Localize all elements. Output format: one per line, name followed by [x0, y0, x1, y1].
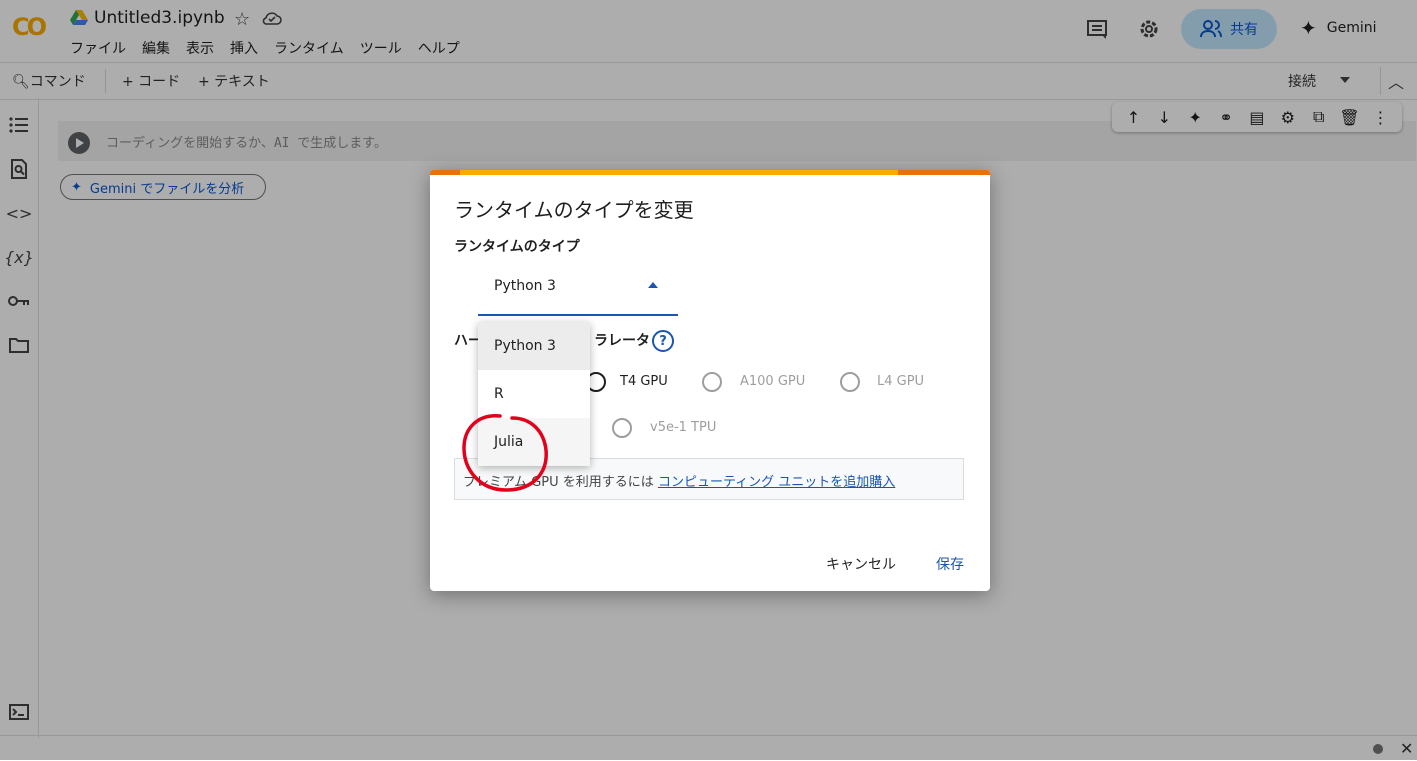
dialog-title: ランタイムのタイプを変更 — [454, 198, 694, 222]
radio-label-v5e-tpu: v5e-1 TPU — [650, 420, 717, 435]
radio-label-l4-gpu: L4 GPU — [877, 374, 925, 389]
buy-compute-units-link[interactable]: コンピューティング ユニットを追加購入 — [658, 475, 895, 490]
runtime-type-select[interactable]: Python 3 — [478, 270, 678, 316]
dialog-accent-bar-left — [430, 170, 460, 175]
radio-l4-gpu[interactable] — [840, 372, 860, 392]
cancel-button[interactable]: キャンセル — [826, 554, 896, 574]
radio-label-a100-gpu: A100 GPU — [740, 374, 806, 389]
help-icon[interactable]: ? — [652, 330, 674, 352]
caret-up-icon — [648, 282, 658, 288]
dialog-accent-bar-right — [898, 170, 990, 175]
save-button[interactable]: 保存 — [936, 554, 964, 574]
radio-label-t4-gpu: T4 GPU — [620, 374, 668, 389]
radio-v5e-tpu[interactable] — [612, 418, 632, 438]
annotation-circle — [462, 414, 548, 492]
runtime-type-value: Python 3 — [494, 278, 556, 294]
runtime-option-python3[interactable]: Python 3 — [478, 322, 590, 370]
radio-a100-gpu[interactable] — [702, 372, 722, 392]
runtime-type-label: ランタイムのタイプ — [454, 239, 580, 255]
